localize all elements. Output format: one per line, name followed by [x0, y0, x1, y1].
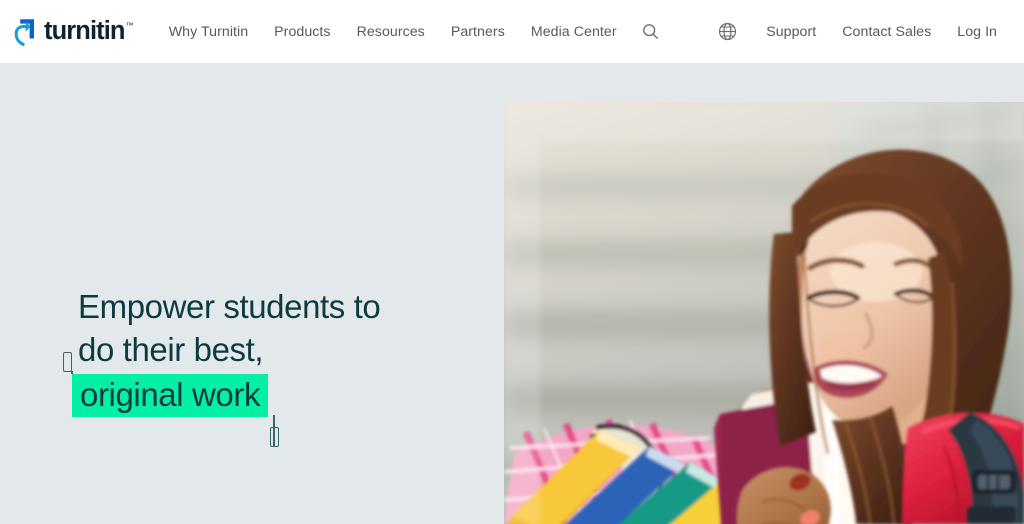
headline-line-3: original work — [63, 352, 478, 447]
nav-contact-sales[interactable]: Contact Sales — [829, 18, 944, 46]
headline-highlight-text: original work — [80, 376, 261, 413]
nav-partners[interactable]: Partners — [438, 18, 518, 46]
turnitin-arrow-logo-icon — [11, 17, 37, 47]
brand-logo-link[interactable]: turnitin™ — [11, 16, 134, 47]
primary-navigation: Why Turnitin Products Resources Partners… — [156, 18, 663, 46]
turnitin-homepage: turnitin™ Why Turnitin Products Resource… — [0, 0, 1024, 524]
hero-section: Empower students to do their best, origi… — [0, 63, 1024, 524]
text-selection-handle-end[interactable] — [270, 427, 280, 447]
headline-line-1: Empower students to — [78, 288, 381, 325]
nav-why-turnitin[interactable]: Why Turnitin — [156, 18, 261, 46]
headline-line-2: do their best, — [78, 331, 264, 368]
search-icon[interactable] — [638, 19, 663, 44]
nav-support[interactable]: Support — [753, 18, 829, 46]
nav-resources[interactable]: Resources — [344, 18, 438, 46]
brand-wordmark: turnitin™ — [44, 16, 134, 45]
headline-highlighted-phrase: original work — [63, 352, 280, 447]
brand-trademark: ™ — [125, 20, 134, 30]
text-selection-handle-start[interactable] — [63, 352, 72, 372]
nav-media-center[interactable]: Media Center — [518, 18, 630, 46]
hero-headline: Empower students to do their best, origi… — [63, 285, 478, 447]
globe-language-icon[interactable] — [714, 18, 741, 45]
site-header: turnitin™ Why Turnitin Products Resource… — [0, 0, 1024, 63]
nav-products[interactable]: Products — [261, 18, 343, 46]
hero-copy-block: Empower students to do their best, origi… — [63, 285, 478, 447]
secondary-navigation: Support Contact Sales Log In — [714, 0, 1010, 63]
hero-photo — [504, 102, 1024, 524]
nav-log-in[interactable]: Log In — [944, 18, 1010, 46]
brand-name-text: turnitin — [44, 16, 126, 45]
